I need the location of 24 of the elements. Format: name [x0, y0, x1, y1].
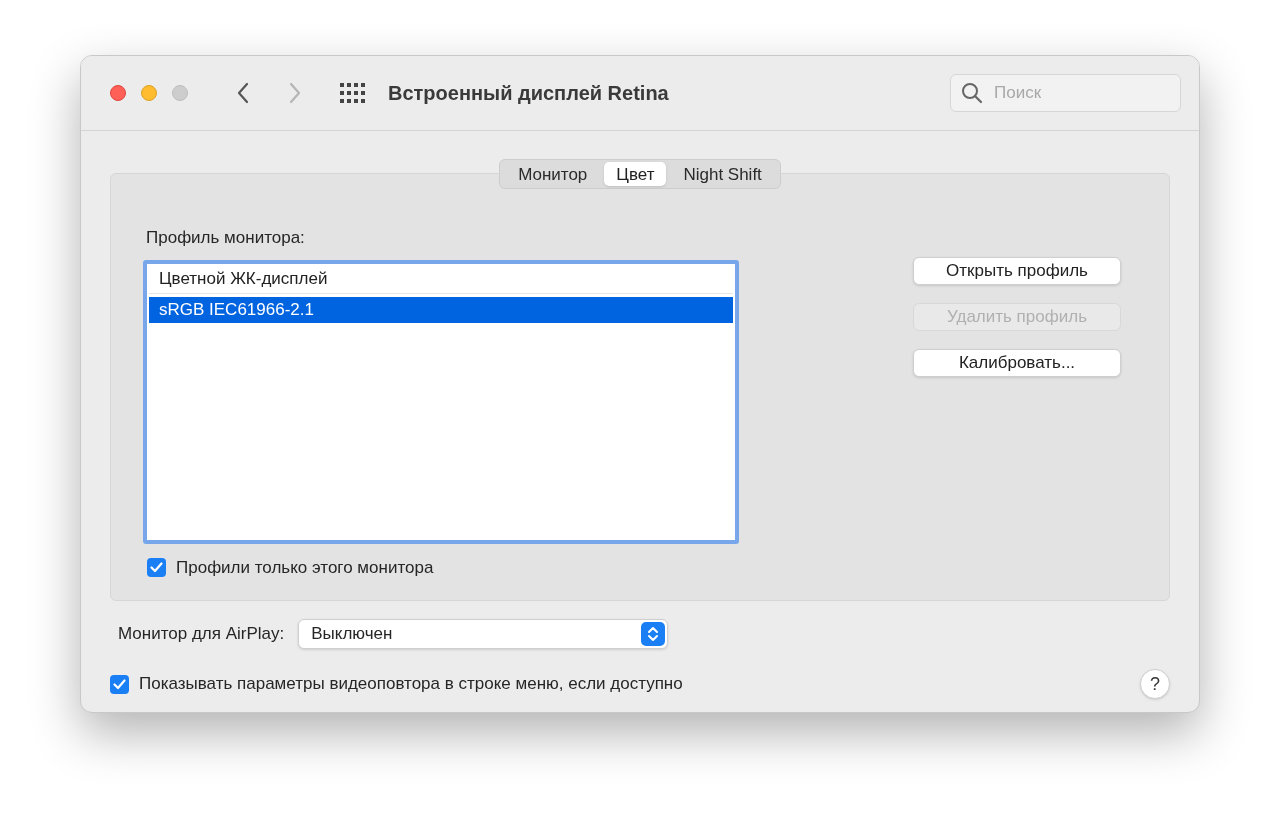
checkbox[interactable] [110, 674, 129, 694]
profile-button[interactable]: Калибровать... [913, 349, 1121, 377]
close-button[interactable] [110, 85, 126, 101]
checkbox-label: Профили только этого монитора [176, 556, 434, 579]
search-icon [961, 82, 983, 104]
popup-value: Выключен [311, 623, 393, 646]
grid-icon[interactable] [340, 83, 366, 103]
profile-row[interactable]: Цветной ЖК-дисплей [149, 265, 733, 294]
tab[interactable]: Монитор [502, 162, 604, 186]
profile-list[interactable]: Цветной ЖК-дисплей sRGB IEC61966-2.1 [143, 259, 739, 544]
checkbox[interactable] [147, 557, 166, 577]
airplay-label: Монитор для AirPlay: [118, 623, 285, 646]
tab[interactable]: Night Shift [667, 162, 778, 186]
help-button[interactable]: ? [1140, 669, 1170, 699]
checkbox-label: Показывать параметры видеоповтора в строке меню, если доступно [139, 673, 683, 696]
search-field[interactable]: Поиск [950, 74, 1181, 112]
profile-label: Профиль монитора: [146, 227, 306, 249]
back-icon[interactable] [236, 82, 250, 104]
profile-row[interactable]: sRGB IEC61966-2.1 [149, 296, 733, 323]
tab[interactable]: Цвет [604, 162, 667, 186]
profile-button[interactable]: Открыть профиль [913, 257, 1121, 285]
airplay-popup[interactable]: Выключен [298, 619, 669, 649]
stepper-icon [641, 622, 666, 646]
window-title: Встроенный дисплей Retina [388, 81, 669, 106]
